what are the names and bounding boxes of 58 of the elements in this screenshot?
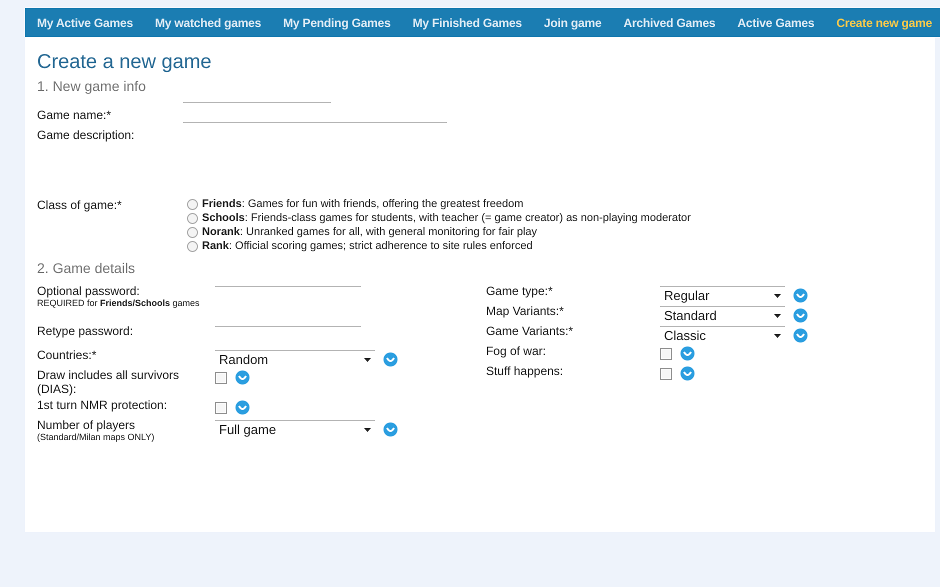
dropdown[interactable]: Full game [215, 420, 375, 438]
nav-tab[interactable]: Create new game [824, 16, 940, 30]
nav-tab[interactable]: Archived Games [611, 16, 726, 30]
help-icon[interactable] [792, 288, 808, 302]
help-icon[interactable] [680, 346, 695, 361]
field-label: Game description: [37, 127, 136, 142]
field-note: (Standard/Milan maps ONLY) [37, 432, 156, 442]
option-label: Norank: Unranked games for all, with general monitoring for fair play [202, 226, 538, 238]
checkbox[interactable] [660, 368, 672, 380]
option-label: Schools: Friends-class games for students, with teacher (= game creator) as non-playing moderator [202, 212, 691, 224]
field-label: Game name:* [37, 107, 112, 122]
field-label: Retype password: [37, 324, 134, 338]
help-icon[interactable] [792, 328, 808, 342]
field-label: Countries:* [37, 348, 98, 362]
section-heading: 1. New game info [37, 78, 147, 94]
field-label: 1st turn NMR protection: [37, 398, 168, 412]
help-icon[interactable] [235, 400, 250, 415]
checkbox[interactable] [215, 402, 227, 414]
field-label: Game type:* [486, 284, 554, 298]
caret-icon [364, 428, 371, 432]
radio-button[interactable] [187, 226, 198, 238]
radio-button[interactable] [187, 198, 198, 210]
page-title: Create a new game [37, 51, 213, 74]
radio-button[interactable] [187, 240, 198, 252]
help-icon[interactable] [792, 308, 808, 322]
help-icon[interactable] [383, 422, 398, 436]
nav-tab[interactable]: My watched games [142, 16, 272, 30]
field-label: Fog of war: [486, 344, 547, 358]
field-label: Number of players [37, 418, 136, 432]
nav-tab[interactable]: Join game [532, 16, 612, 30]
checkbox[interactable] [660, 348, 672, 360]
help-icon[interactable] [383, 352, 398, 366]
radio-button[interactable] [187, 212, 198, 224]
option-label: Friends: Games for fun with friends, offering the greatest freedom [202, 198, 524, 210]
field-label: Map Variants:* [486, 304, 565, 318]
nav-tab[interactable]: My Finished Games [400, 16, 532, 30]
caret-icon [364, 358, 371, 362]
caret-icon [774, 334, 781, 338]
dropdown[interactable]: Classic [660, 326, 785, 344]
section-heading: 2. Game details [37, 260, 136, 276]
field-label: Draw includes all survivors (DIAS): [37, 368, 180, 396]
field-label: Game Variants:* [486, 324, 574, 338]
field-label: Stuff happens: [486, 364, 564, 378]
field-label: Optional password: [37, 284, 141, 298]
caret-icon [774, 314, 781, 318]
dropdown[interactable]: Standard [660, 306, 785, 324]
dropdown[interactable]: Regular [660, 286, 785, 304]
help-icon[interactable] [680, 366, 695, 381]
dropdown[interactable]: Random [215, 350, 375, 368]
help-icon[interactable] [235, 370, 250, 385]
field-note: REQUIRED for Friends/Schools games [37, 298, 201, 308]
caret-icon [774, 294, 781, 298]
nav-tab[interactable]: My Pending Games [271, 16, 401, 30]
option-label: Rank: Official scoring games; strict adherence to site rules enforced [202, 240, 533, 252]
nav-tab[interactable]: My Active Games [25, 16, 143, 30]
field-label: Class of game:* [37, 198, 123, 214]
nav-tab[interactable]: Active Games [725, 16, 824, 30]
checkbox[interactable] [215, 372, 227, 384]
